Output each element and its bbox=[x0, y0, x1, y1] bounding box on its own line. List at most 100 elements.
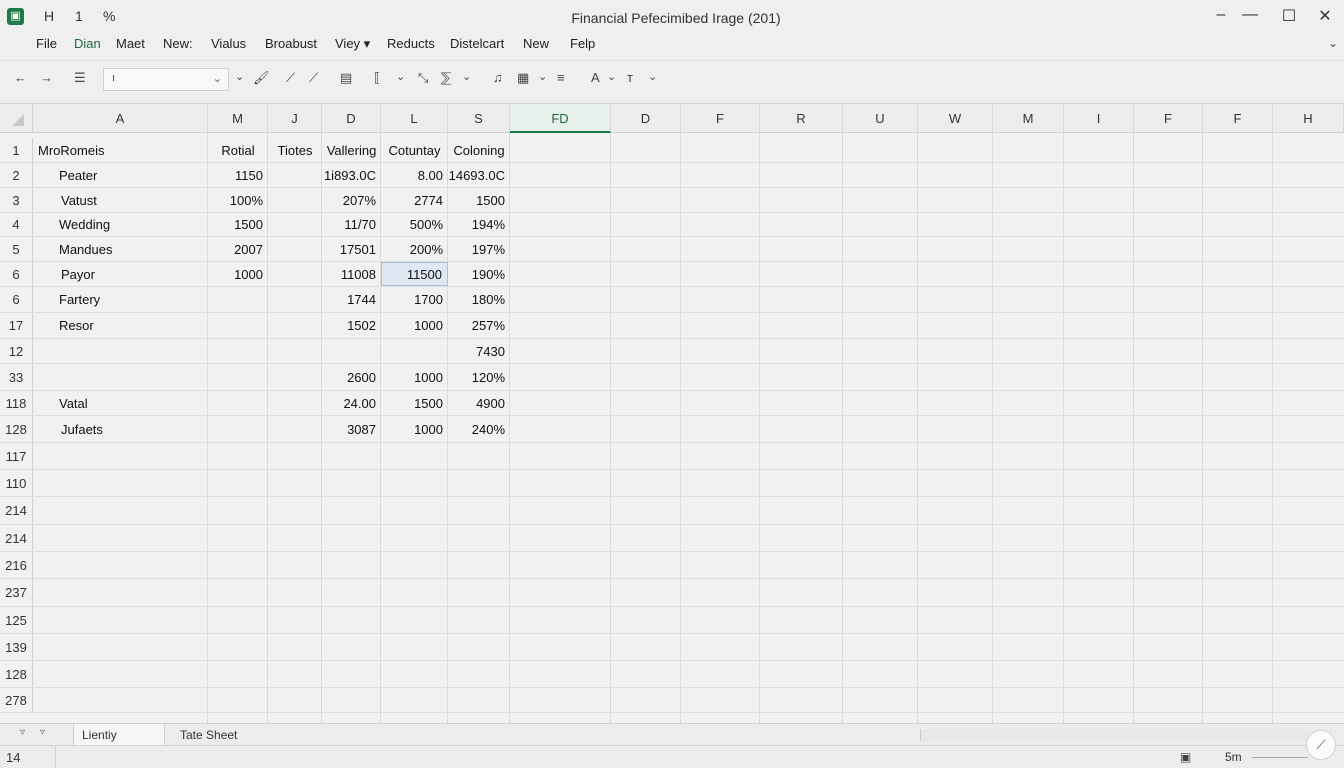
column-header[interactable]: F bbox=[681, 104, 760, 133]
spreadsheet-grid[interactable]: A M J D L S FD D F R U W M I F F H 1 MroRomeis Rotial Tiote… bbox=[0, 103, 1344, 723]
column-header[interactable]: FD bbox=[510, 104, 611, 133]
column-header[interactable]: F bbox=[1203, 104, 1273, 133]
grid-cell[interactable] bbox=[268, 237, 322, 261]
row-number[interactable]: 3 bbox=[0, 188, 33, 212]
grid-cell[interactable]: 14693.0C bbox=[448, 163, 510, 187]
row-number[interactable]: 125 bbox=[0, 607, 33, 633]
minimize-icon[interactable]: – bbox=[1209, 6, 1233, 24]
chevron-down-icon[interactable]: ⌄ bbox=[648, 70, 657, 83]
resize-icon[interactable]: ⤡ bbox=[418, 70, 428, 86]
menu-item-new2[interactable]: New bbox=[523, 36, 549, 51]
menu-icon[interactable]: ☰ bbox=[74, 70, 86, 86]
grid-cell[interactable]: 500% bbox=[381, 213, 448, 236]
grid-cell[interactable]: 1000 bbox=[381, 313, 448, 338]
restore-icon[interactable]: — bbox=[1238, 6, 1262, 24]
grid-cell[interactable]: 4900 bbox=[448, 391, 510, 415]
grid-cell[interactable]: Vatust bbox=[33, 188, 208, 212]
menu-item-view[interactable]: Viey ▾ bbox=[335, 36, 370, 52]
back-icon[interactable]: ← bbox=[14, 70, 27, 85]
grid-cell[interactable] bbox=[381, 339, 448, 363]
grid-cell[interactable]: 24.00 bbox=[322, 391, 381, 415]
column-header[interactable]: J bbox=[268, 104, 322, 133]
grid-cell[interactable]: Mandues bbox=[33, 237, 208, 261]
grid-cell[interactable]: 1000 bbox=[381, 416, 448, 442]
grid-cell[interactable]: 7430 bbox=[448, 339, 510, 363]
grid-cell[interactable]: MroRomeis bbox=[33, 138, 208, 162]
row-number[interactable]: 4 bbox=[0, 213, 33, 236]
menu-item-maet[interactable]: Maet bbox=[116, 36, 145, 51]
menu-item-help[interactable]: Felp bbox=[570, 36, 595, 51]
grid-cell[interactable]: 2600 bbox=[322, 364, 381, 390]
chevron-down-icon[interactable]: ⌄ bbox=[607, 70, 616, 83]
close-icon[interactable]: ✕ bbox=[1313, 6, 1337, 26]
grid-cell[interactable]: 180% bbox=[448, 287, 510, 312]
row-number[interactable]: 214 bbox=[0, 497, 33, 524]
grid-cell[interactable] bbox=[208, 364, 268, 390]
grid-cell[interactable]: 1500 bbox=[381, 391, 448, 415]
row-number[interactable]: 128 bbox=[0, 416, 33, 442]
grid-cell[interactable]: Peater bbox=[33, 163, 208, 187]
tab-nav-prev-icon[interactable]: ▿ bbox=[20, 727, 25, 738]
align-icon[interactable]: ≡ bbox=[557, 70, 565, 85]
row-number[interactable]: 117 bbox=[0, 443, 33, 469]
tab-nav-next-icon[interactable]: ▿ bbox=[40, 727, 45, 738]
grid-cell[interactable]: Resor bbox=[33, 313, 208, 338]
row-number[interactable]: 118 bbox=[0, 391, 33, 415]
grid-cell[interactable]: 3087 bbox=[322, 416, 381, 442]
row-number[interactable]: 1 bbox=[0, 138, 33, 162]
grid-cell[interactable] bbox=[33, 339, 208, 363]
grid-cell[interactable] bbox=[268, 262, 322, 286]
grid-cell[interactable]: 120% bbox=[448, 364, 510, 390]
column-header[interactable]: D bbox=[611, 104, 681, 133]
grid-cell[interactable] bbox=[268, 364, 322, 390]
grid-cell[interactable]: 1i893.0C bbox=[322, 163, 381, 187]
sheet-tab-tate-sheet[interactable]: Tate Sheet bbox=[172, 724, 264, 746]
menu-item-vialus[interactable]: Vialus bbox=[211, 36, 246, 51]
grid-cell[interactable]: Fartery bbox=[33, 287, 208, 312]
grid-cell[interactable] bbox=[322, 339, 381, 363]
row-number[interactable]: 216 bbox=[0, 552, 33, 578]
clipboard-icon[interactable]: ▤ bbox=[340, 70, 352, 86]
redo-icon[interactable]: % bbox=[103, 8, 115, 24]
quick-action-icon[interactable]: ⟋ bbox=[1306, 730, 1336, 760]
grid-cell[interactable] bbox=[268, 188, 322, 212]
grid-cell[interactable] bbox=[268, 163, 322, 187]
grid-cell[interactable] bbox=[268, 287, 322, 312]
table-icon[interactable]: ▦ bbox=[517, 70, 529, 86]
grid-cell[interactable]: Vatal bbox=[33, 391, 208, 415]
page-layout-icon[interactable]: ▣ bbox=[1180, 750, 1191, 764]
column-header[interactable]: W bbox=[918, 104, 993, 133]
column-header[interactable]: D bbox=[322, 104, 381, 133]
grid-cell[interactable]: Wedding bbox=[33, 213, 208, 236]
grid-cell[interactable]: 257% bbox=[448, 313, 510, 338]
pen-icon[interactable]: ⟋ bbox=[286, 70, 295, 86]
grid-cell[interactable] bbox=[208, 416, 268, 442]
column-header[interactable]: I bbox=[1064, 104, 1134, 133]
column-header[interactable]: A bbox=[33, 104, 208, 133]
grid-cell[interactable]: 1000 bbox=[208, 262, 268, 286]
forward-icon[interactable]: → bbox=[40, 70, 53, 85]
grid-cell[interactable] bbox=[208, 339, 268, 363]
grid-cell[interactable]: 207% bbox=[322, 188, 381, 212]
chevron-down-icon[interactable]: ⌄ bbox=[396, 70, 405, 83]
name-box[interactable]: ı ⌄ bbox=[103, 68, 229, 91]
undo-icon[interactable]: 1 bbox=[75, 8, 83, 24]
grid-cell[interactable]: 1150 bbox=[208, 163, 268, 187]
column-header[interactable]: L bbox=[381, 104, 448, 133]
grid-cell[interactable]: 100% bbox=[208, 188, 268, 212]
grid-cell[interactable]: Jufaets bbox=[33, 416, 208, 442]
grid-cell[interactable]: 197% bbox=[448, 237, 510, 261]
sheet-tab-lientiy[interactable]: Lientiy bbox=[73, 724, 165, 746]
row-number[interactable]: 6 bbox=[0, 262, 33, 286]
grid-cell[interactable]: 190% bbox=[448, 262, 510, 286]
row-number[interactable]: 2 bbox=[0, 163, 33, 187]
row-number[interactable]: 5 bbox=[0, 237, 33, 261]
column-header[interactable]: M bbox=[208, 104, 268, 133]
row-number[interactable]: 12 bbox=[0, 339, 33, 363]
chevron-down-icon[interactable]: ⌄ bbox=[235, 70, 244, 83]
row-number[interactable]: 17 bbox=[0, 313, 33, 338]
music-icon[interactable]: ♫ bbox=[493, 70, 503, 85]
column-header[interactable]: S bbox=[448, 104, 510, 133]
grid-cell[interactable]: 11008 bbox=[322, 262, 381, 286]
grid-cell[interactable]: 11/70 bbox=[322, 213, 381, 236]
